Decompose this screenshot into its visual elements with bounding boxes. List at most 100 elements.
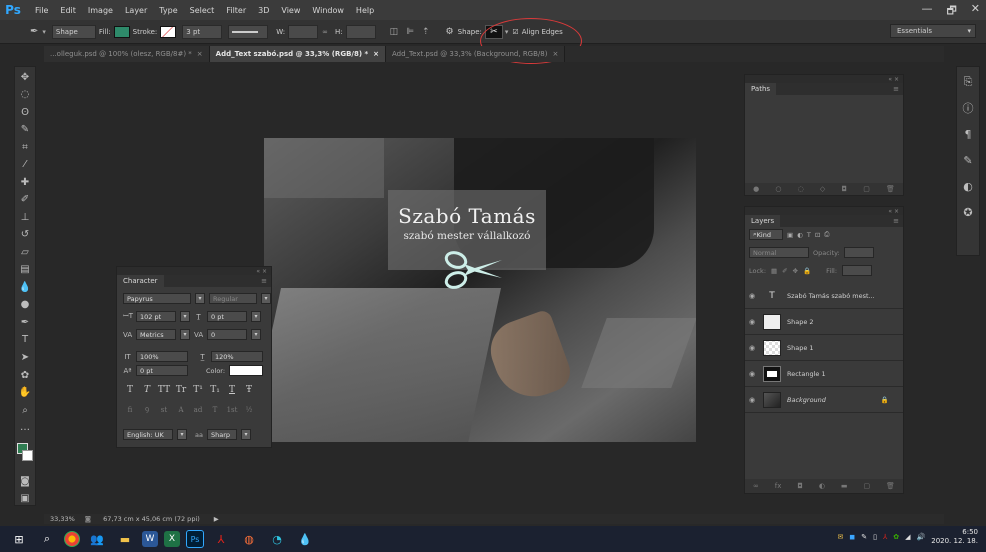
lock-pixels-icon[interactable]: ▦ xyxy=(771,267,777,275)
visibility-eye-icon[interactable]: ◉ xyxy=(745,318,759,326)
doc-tab-1[interactable]: ...olleguk.psd @ 100% (olesz, RGB/8#) * × xyxy=(44,46,210,62)
chevron-down-icon[interactable]: ▾ xyxy=(42,28,46,36)
lock-brush-icon[interactable]: ✐ xyxy=(782,267,787,275)
add-mask-icon[interactable]: ◘ xyxy=(797,482,803,490)
layer-filter-select[interactable]: ⌕ Kind xyxy=(749,229,783,240)
history-brush-tool-icon[interactable]: ↺ xyxy=(18,229,32,242)
eyedropper-tool-icon[interactable]: ⁄ xyxy=(18,159,32,172)
blur-tool-icon[interactable]: 💧 xyxy=(18,281,32,294)
chevron-down-icon[interactable]: ▾ xyxy=(195,293,205,304)
stroke-width-field[interactable]: 3 pt xyxy=(182,24,223,39)
panel-menu-icon[interactable]: ≡ xyxy=(893,217,899,225)
chevron-down-icon[interactable]: ▾ xyxy=(177,429,187,440)
firefox-icon[interactable]: ◍ xyxy=(238,528,260,550)
dodge-tool-icon[interactable]: ● xyxy=(18,299,32,312)
faux-bold-button[interactable]: T xyxy=(123,385,137,395)
stylistic-alternates-button[interactable]: ad xyxy=(191,406,205,414)
menu-filter[interactable]: Filter xyxy=(226,6,246,15)
menu-file[interactable]: File xyxy=(35,6,48,15)
edge-icon[interactable]: ◔ xyxy=(266,528,288,550)
menu-3d[interactable]: 3D xyxy=(258,6,269,15)
opacity-field[interactable] xyxy=(843,247,874,258)
volume-icon[interactable]: 🔊 xyxy=(917,533,926,541)
fractions-button[interactable]: ½ xyxy=(242,406,256,414)
adjustment-layer-icon[interactable]: ◐ xyxy=(819,482,825,490)
stroke-path-icon[interactable]: ○ xyxy=(775,185,781,193)
vertical-scale-field[interactable]: 100% xyxy=(136,351,188,362)
visibility-eye-icon[interactable]: ◉ xyxy=(745,396,759,404)
restore-button[interactable]: 🗗 xyxy=(946,2,956,21)
info-icon[interactable]: ⓘ xyxy=(960,101,976,115)
add-mask-icon[interactable]: ◘ xyxy=(841,185,847,193)
ordinals-button[interactable]: 1st xyxy=(225,406,239,414)
zoom-tool-icon[interactable]: ⌕ xyxy=(18,404,32,417)
filter-smart-object-icon[interactable]: ⎙ xyxy=(824,230,829,239)
make-work-path-icon[interactable]: ◇ xyxy=(820,185,825,193)
stroke-swatch[interactable] xyxy=(160,25,177,38)
menu-edit[interactable]: Edit xyxy=(60,6,76,15)
menu-image[interactable]: Image xyxy=(88,6,113,15)
panel-collapse-bar[interactable]: « × xyxy=(745,75,903,83)
chrome-icon[interactable] xyxy=(64,531,80,547)
lock-all-icon[interactable]: 🔒 xyxy=(803,267,811,275)
tray-app-icon[interactable]: ◼ xyxy=(849,533,855,541)
new-group-icon[interactable]: ▬ xyxy=(841,482,848,490)
faux-italic-button[interactable]: T xyxy=(140,385,154,395)
delete-path-icon[interactable]: 🗑 xyxy=(886,185,895,193)
adjustments-icon[interactable]: ◐ xyxy=(960,179,976,193)
color-swatches[interactable] xyxy=(17,442,33,462)
healing-brush-tool-icon[interactable]: ✚ xyxy=(18,176,32,189)
baseline-shift-field[interactable]: 0 pt xyxy=(136,365,188,376)
clone-stamp-tool-icon[interactable]: ⊥ xyxy=(18,211,32,224)
subscript-button[interactable]: T₁ xyxy=(208,385,222,395)
settings-gear-icon[interactable]: ⚙ xyxy=(446,27,454,37)
doc-tab-3[interactable]: Add_Text.psd @ 33,3% (Background, RGB/8)… xyxy=(386,46,566,62)
status-menu-arrow-icon[interactable]: ▶ xyxy=(214,515,219,523)
workspace-select[interactable]: Essentials ▾ xyxy=(890,24,976,38)
load-selection-icon[interactable]: ◌ xyxy=(798,185,804,193)
gradient-tool-icon[interactable]: ▤ xyxy=(18,264,32,277)
tray-tool-icon[interactable]: ✎ xyxy=(861,533,867,541)
titling-alternates-button[interactable]: T xyxy=(208,406,222,414)
discretionary-ligatures-button[interactable]: st xyxy=(157,406,171,414)
menu-select[interactable]: Select xyxy=(190,6,215,15)
custom-shape-tool-icon[interactable]: ✿ xyxy=(18,369,32,382)
droplet-icon[interactable]: 💧 xyxy=(294,528,316,550)
history-icon[interactable]: ⎘ xyxy=(960,75,976,89)
link-layers-icon[interactable]: ∞ xyxy=(753,482,759,490)
tray-green-icon[interactable]: ✿ xyxy=(893,533,899,541)
font-style-select[interactable]: Regular xyxy=(209,293,257,304)
visibility-eye-icon[interactable]: ◉ xyxy=(745,344,759,352)
visibility-eye-icon[interactable]: ◉ xyxy=(745,292,759,300)
chevron-down-icon[interactable]: ▾ xyxy=(251,311,261,322)
layer-row[interactable]: ◉ Shape 1 xyxy=(745,335,903,361)
zoom-level[interactable]: 33,33% xyxy=(50,515,75,523)
menu-help[interactable]: Help xyxy=(356,6,374,15)
path-alignment-icon[interactable]: ⊫ xyxy=(406,27,414,37)
filter-adjustment-icon[interactable]: ◐ xyxy=(797,231,803,239)
photoshop-taskbar-icon[interactable]: Ps xyxy=(186,530,204,548)
all-caps-button[interactable]: TT xyxy=(157,385,171,395)
crop-tool-icon[interactable]: ⌗ xyxy=(18,141,32,154)
marquee-tool-icon[interactable]: ◌ xyxy=(18,89,32,102)
quick-select-tool-icon[interactable]: ✎ xyxy=(18,124,32,137)
menu-layer[interactable]: Layer xyxy=(125,6,147,15)
visibility-eye-icon[interactable]: ◉ xyxy=(745,370,759,378)
menu-window[interactable]: Window xyxy=(312,6,344,15)
tab-character[interactable]: Character xyxy=(117,275,164,287)
tool-mode-select[interactable]: Shape xyxy=(51,24,96,39)
close-button[interactable]: ✕ xyxy=(971,2,980,21)
layer-fill-field[interactable] xyxy=(842,265,873,276)
superscript-button[interactable]: T¹ xyxy=(191,385,205,395)
filter-shape-icon[interactable]: ⊡ xyxy=(815,231,820,239)
leading-field[interactable]: 0 pt xyxy=(207,311,247,322)
small-caps-button[interactable]: Tr xyxy=(174,385,188,395)
stroke-type-select[interactable] xyxy=(228,24,269,39)
quick-mask-icon[interactable]: ◙ xyxy=(18,475,32,488)
doc-tab-2[interactable]: Add_Text szabó.psd @ 33,3% (RGB/8) * × xyxy=(209,46,386,62)
swash-button[interactable]: A xyxy=(174,406,188,414)
acrobat-icon[interactable]: ⅄ xyxy=(210,528,232,550)
tray-acrobat-icon[interactable]: ⅄ xyxy=(883,533,887,541)
mail-icon[interactable]: ✉ xyxy=(838,533,844,541)
chevron-down-icon[interactable]: ▾ xyxy=(180,329,190,340)
